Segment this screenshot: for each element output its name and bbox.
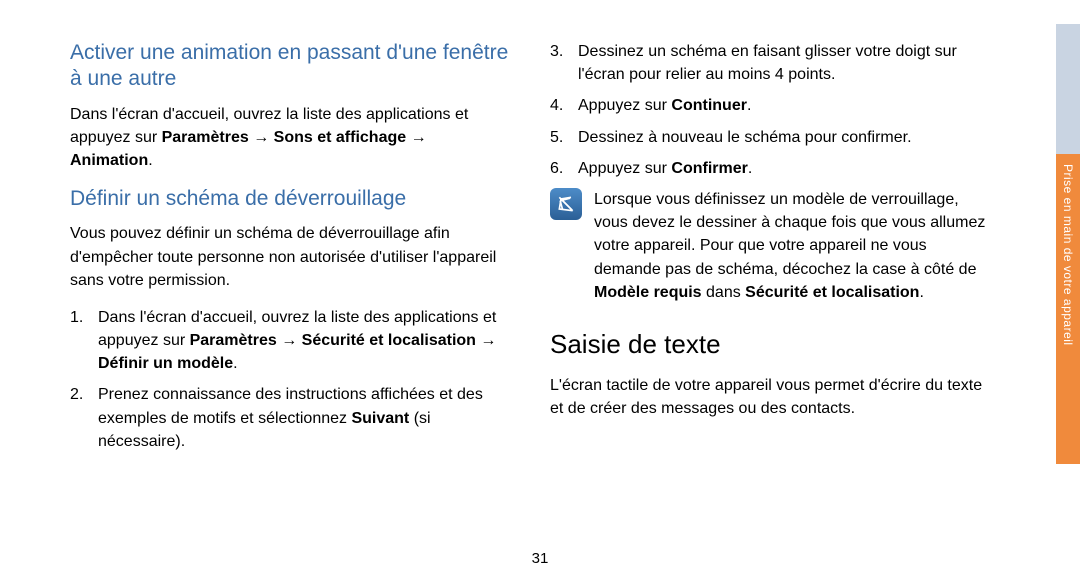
schema-list-part2: Dessinez un schéma en faisant glisser vo… xyxy=(550,40,990,180)
text: . xyxy=(148,152,152,169)
side-tab-active: Prise en main de votre appareil xyxy=(1056,154,1080,464)
text: . xyxy=(747,97,751,114)
list-item: Dans l'écran d'accueil, ouvrez la liste … xyxy=(70,306,510,376)
text: dans xyxy=(702,284,746,301)
text: . xyxy=(748,160,752,177)
list-item: Dessinez un schéma en faisant glisser vo… xyxy=(550,40,990,86)
note-block: Lorsque vous définissez un modèle de ver… xyxy=(550,188,990,304)
heading-schema: Définir un schéma de déverrouillage xyxy=(70,186,510,212)
side-tab-label: Prise en main de votre appareil xyxy=(1061,164,1075,346)
bold-modele-requis: Modèle requis xyxy=(594,284,702,301)
schema-para: Vous pouvez définir un schéma de déverro… xyxy=(70,222,510,292)
list-item: Dessinez à nouveau le schéma pour confir… xyxy=(550,126,990,149)
bold-sons: Sons et affichage xyxy=(274,129,406,146)
text: Appuyez sur xyxy=(578,97,671,114)
text: . xyxy=(233,355,237,372)
bold-parametres: Paramètres xyxy=(190,332,277,349)
list-item: Prenez connaissance des instructions aff… xyxy=(70,383,510,453)
text: Lorsque vous définissez un modèle de ver… xyxy=(594,191,985,278)
list-item: Appuyez sur Continuer. xyxy=(550,94,990,117)
bold-parametres: Paramètres xyxy=(162,129,249,146)
arrow-icon: → xyxy=(406,129,426,146)
page-content: Activer une animation en passant d'une f… xyxy=(0,0,1080,585)
bold-animation: Animation xyxy=(70,152,148,169)
note-text: Lorsque vous définissez un modèle de ver… xyxy=(594,188,990,304)
bold-modele: Définir un modèle xyxy=(98,355,233,372)
animation-para: Dans l'écran d'accueil, ouvrez la liste … xyxy=(70,103,510,173)
right-column: Dessinez un schéma en faisant glisser vo… xyxy=(550,40,990,545)
text: Appuyez sur xyxy=(578,160,671,177)
bold-confirmer: Confirmer xyxy=(671,160,747,177)
left-column: Activer une animation en passant d'une f… xyxy=(70,40,510,545)
page-number: 31 xyxy=(532,550,549,567)
arrow-icon: → xyxy=(277,332,302,349)
saisie-para: L'écran tactile de votre appareil vous p… xyxy=(550,374,990,420)
text: . xyxy=(919,284,923,301)
note-icon xyxy=(550,188,582,220)
side-tab-inactive xyxy=(1056,24,1080,154)
bold-continuer: Continuer xyxy=(671,97,747,114)
bold-securite-loc: Sécurité et localisation xyxy=(745,284,919,301)
side-tab-container: Prise en main de votre appareil xyxy=(1050,0,1080,585)
bold-suivant: Suivant xyxy=(351,410,409,427)
arrow-icon: → xyxy=(476,332,496,349)
list-item: Appuyez sur Confirmer. xyxy=(550,157,990,180)
heading-animation: Activer une animation en passant d'une f… xyxy=(70,40,510,93)
heading-saisie: Saisie de texte xyxy=(550,326,990,364)
schema-list-part1: Dans l'écran d'accueil, ouvrez la liste … xyxy=(70,306,510,453)
arrow-icon: → xyxy=(249,129,274,146)
bold-securite: Sécurité et localisation xyxy=(302,332,476,349)
